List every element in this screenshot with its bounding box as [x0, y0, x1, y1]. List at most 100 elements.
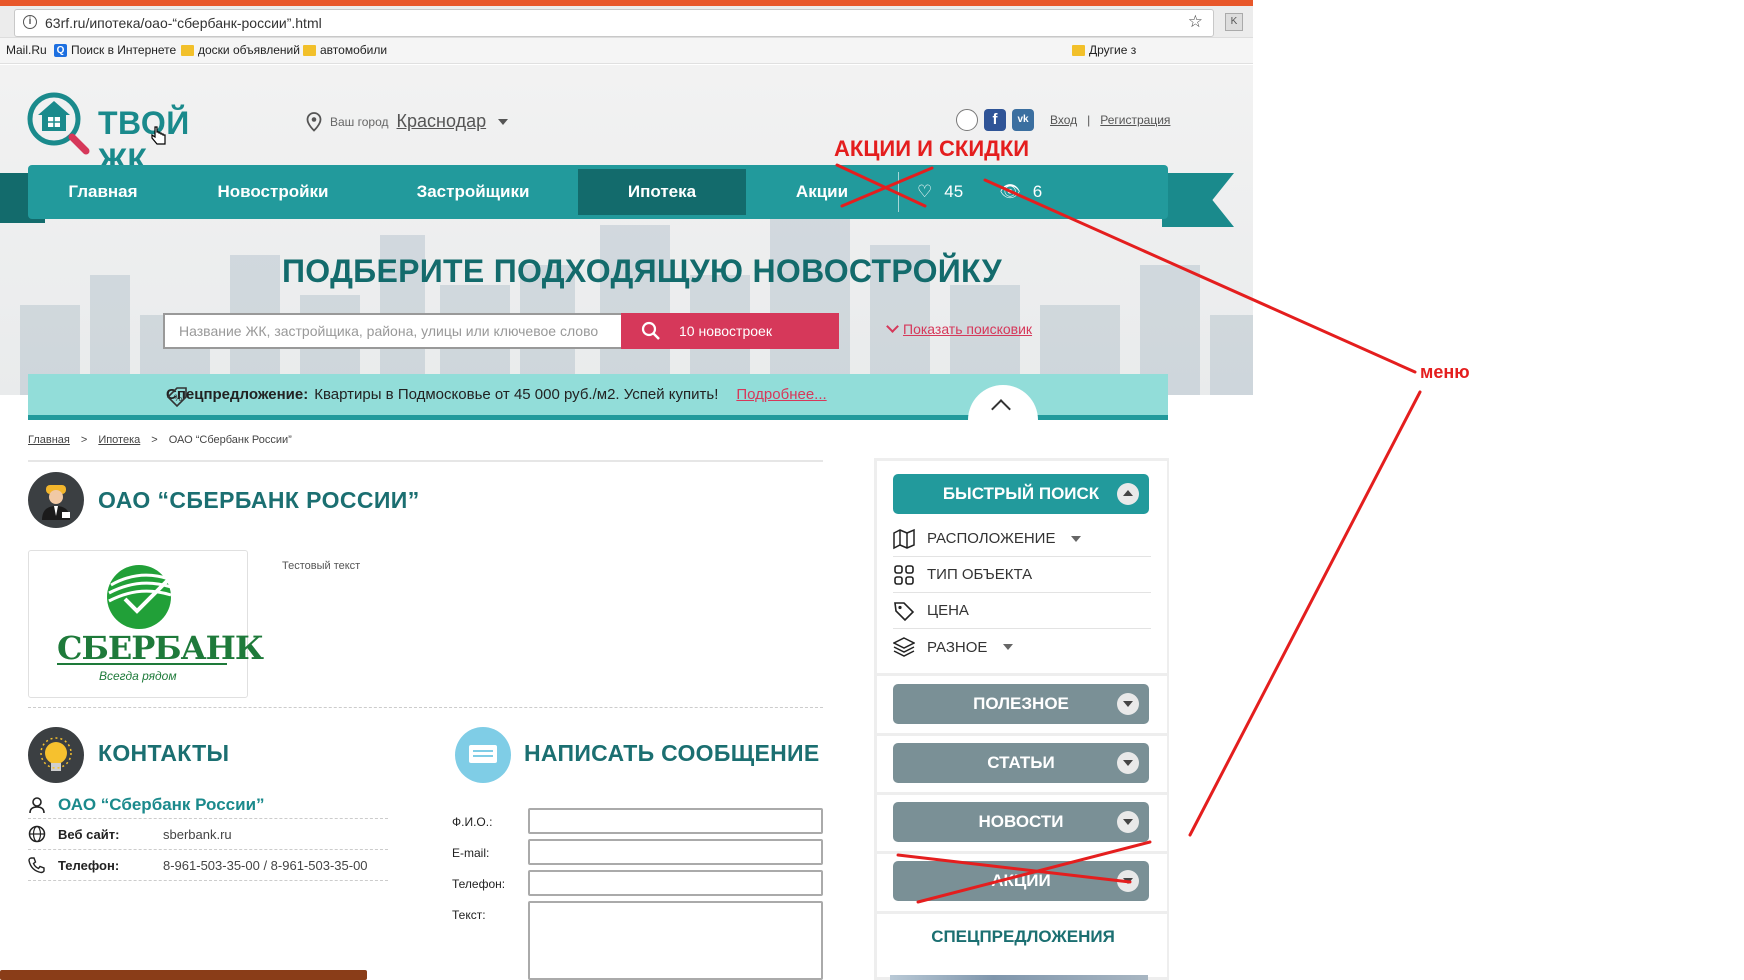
website-value[interactable]: sberbank.ru: [163, 827, 232, 842]
fio-field[interactable]: [528, 808, 823, 834]
breadcrumb-home[interactable]: Главная: [28, 434, 70, 446]
promos-label: АКЦИИ: [991, 871, 1051, 890]
phone-label: Телефон:: [58, 857, 120, 873]
sidebar-divider: [877, 792, 1169, 795]
dashed-divider: [28, 880, 388, 881]
promos-button[interactable]: АКЦИИ: [893, 861, 1149, 901]
email-label: E-mail:: [452, 846, 490, 860]
address-bar[interactable]: i 63rf.ru/ипотека/оао-“сбербанк-россии”.…: [14, 9, 1214, 37]
folder-icon: [181, 44, 194, 56]
location-pin-icon: [306, 111, 322, 132]
nav-item-new-buildings[interactable]: Новостройки: [178, 169, 368, 215]
sidebar-divider: [877, 673, 1169, 676]
search-input[interactable]: Название ЖК, застройщика, района, улицы …: [163, 313, 623, 349]
sidebar-divider: [877, 851, 1169, 854]
message-textarea[interactable]: [528, 901, 823, 980]
contact-org-row: ОАО “Сбербанк России”: [28, 795, 265, 815]
bookmark-search[interactable]: Q Поиск в Интернете: [54, 43, 176, 57]
website-label: Веб сайт:: [58, 826, 120, 842]
auth-links: Вход | Регистрация: [1050, 113, 1170, 127]
site-logo[interactable]: ТВОЙ ЖК: [26, 91, 246, 178]
phone-field-label: Телефон:: [452, 877, 506, 891]
views-counter[interactable]: 👁 6: [981, 182, 1060, 202]
nav-item-home[interactable]: Главная: [28, 169, 178, 215]
filter-label: ТИП ОБЪЕКТА: [927, 566, 1033, 583]
hand-cursor-icon: [151, 126, 166, 145]
filter-object-type[interactable]: ТИП ОБЪЕКТА: [893, 557, 1151, 593]
breadcrumb-separator: >: [80, 434, 88, 446]
content-divider: [28, 460, 823, 462]
collapse-icon[interactable]: [1117, 483, 1139, 505]
useful-button[interactable]: ПОЛЕЗНОЕ: [893, 684, 1149, 724]
hero-title: ПОДБЕРИТЕ ПОДХОДЯЩУЮ НОВОСТРОЙКУ: [282, 253, 1002, 289]
url-text[interactable]: 63rf.ru/ипотека/оао-“сбербанк-россии”.ht…: [45, 15, 322, 31]
vk-icon[interactable]: vk: [1012, 109, 1034, 131]
logo-divider: [57, 663, 227, 665]
city-skyline-image: [20, 215, 1253, 395]
register-link[interactable]: Регистрация: [1100, 113, 1170, 127]
dashed-divider: [28, 707, 823, 708]
special-offer-image[interactable]: [890, 975, 1148, 980]
facebook-icon[interactable]: f: [984, 109, 1006, 131]
show-search-label: Показать поисковик: [903, 321, 1033, 337]
sberbank-slogan: Всегда рядом: [99, 669, 177, 683]
expand-icon[interactable]: [1117, 693, 1139, 715]
city-selector[interactable]: Ваш город Краснодар: [306, 111, 509, 132]
browser-window: i 63rf.ru/ипотека/оао-“сбербанк-россии”.…: [0, 0, 1253, 980]
globe-icon: [28, 825, 46, 843]
filter-location[interactable]: РАСПОЛОЖЕНИЕ: [893, 521, 1151, 557]
bookmark-cars[interactable]: автомобили: [303, 43, 387, 57]
lightbulb-icon: [28, 727, 84, 783]
dashed-divider: [28, 818, 388, 819]
svg-text:%: %: [174, 393, 182, 403]
bottom-scroll-bar: [0, 970, 367, 980]
show-search-toggle[interactable]: Показать поисковик: [886, 320, 1033, 337]
browser-toolbar: i 63rf.ru/ипотека/оао-“сбербанк-россии”.…: [0, 0, 1253, 38]
favorites-counter[interactable]: ♡ 45: [899, 182, 981, 202]
user-icon: [29, 797, 45, 814]
useful-label: ПОЛЕЗНОЕ: [973, 694, 1069, 713]
message-heading: НАПИСАТЬ СООБЩЕНИЕ: [524, 740, 820, 766]
expand-icon[interactable]: [1117, 752, 1139, 774]
filter-misc[interactable]: РАЗНОЕ: [893, 629, 1151, 665]
bookmark-boards[interactable]: доски объявлений: [181, 43, 300, 57]
search-button[interactable]: 10 новостроек: [621, 313, 839, 349]
expand-icon[interactable]: [1117, 811, 1139, 833]
search-button-label: 10 новостроек: [679, 323, 772, 339]
nav-item-promos[interactable]: Акции: [746, 169, 898, 215]
phone-icon: [28, 857, 45, 874]
chevron-down-icon: [1003, 644, 1014, 650]
city-name[interactable]: Краснодар: [397, 111, 487, 132]
login-link[interactable]: Вход: [1050, 113, 1077, 127]
email-field[interactable]: [528, 839, 823, 865]
chevron-down-icon[interactable]: [498, 118, 509, 125]
page-title: ОАО “СБЕРБАНК РОССИИ”: [98, 487, 420, 513]
bookmark-label: автомобили: [320, 43, 388, 57]
articles-button[interactable]: СТАТЬИ: [893, 743, 1149, 783]
extension-icon[interactable]: K: [1225, 13, 1243, 31]
nav-item-developers[interactable]: Застройщики: [368, 169, 578, 215]
annotation-promos-label: АКЦИИ И СКИДКИ: [834, 136, 1030, 161]
breadcrumb-mortgage[interactable]: Ипотека: [98, 434, 140, 446]
news-label: НОВОСТИ: [978, 812, 1064, 831]
contact-org-link[interactable]: ОАО “Сбербанк России”: [58, 795, 265, 815]
news-button[interactable]: НОВОСТИ: [893, 802, 1149, 842]
quick-search-button[interactable]: БЫСТРЫЙ ПОИСК: [893, 474, 1149, 514]
sberbank-wordmark: СБЕРБАНК: [57, 629, 264, 667]
nav-item-mortgage[interactable]: Ипотека: [578, 169, 746, 215]
bookmark-star-icon[interactable]: ☆: [1188, 12, 1203, 32]
phone-value[interactable]: 8-961-503-35-00 / 8-961-503-35-00: [163, 858, 368, 873]
bookmark-label: доски объявлений: [198, 43, 300, 57]
filter-price[interactable]: ЦЕНА: [893, 593, 1151, 629]
folder-icon: [303, 44, 316, 56]
special-more-link[interactable]: Подробнее...: [736, 386, 826, 403]
phone-field[interactable]: [528, 870, 823, 896]
info-icon[interactable]: i: [23, 15, 37, 29]
discount-tag-icon: %: [166, 387, 187, 408]
bookmark-mailru[interactable]: Mail.Ru: [6, 43, 47, 57]
filter-label: ЦЕНА: [927, 602, 969, 619]
bookmark-other[interactable]: Другие з: [1072, 43, 1136, 57]
lock-icon[interactable]: [956, 109, 978, 131]
sidebar-divider: [877, 733, 1169, 736]
expand-icon[interactable]: [1117, 870, 1139, 892]
